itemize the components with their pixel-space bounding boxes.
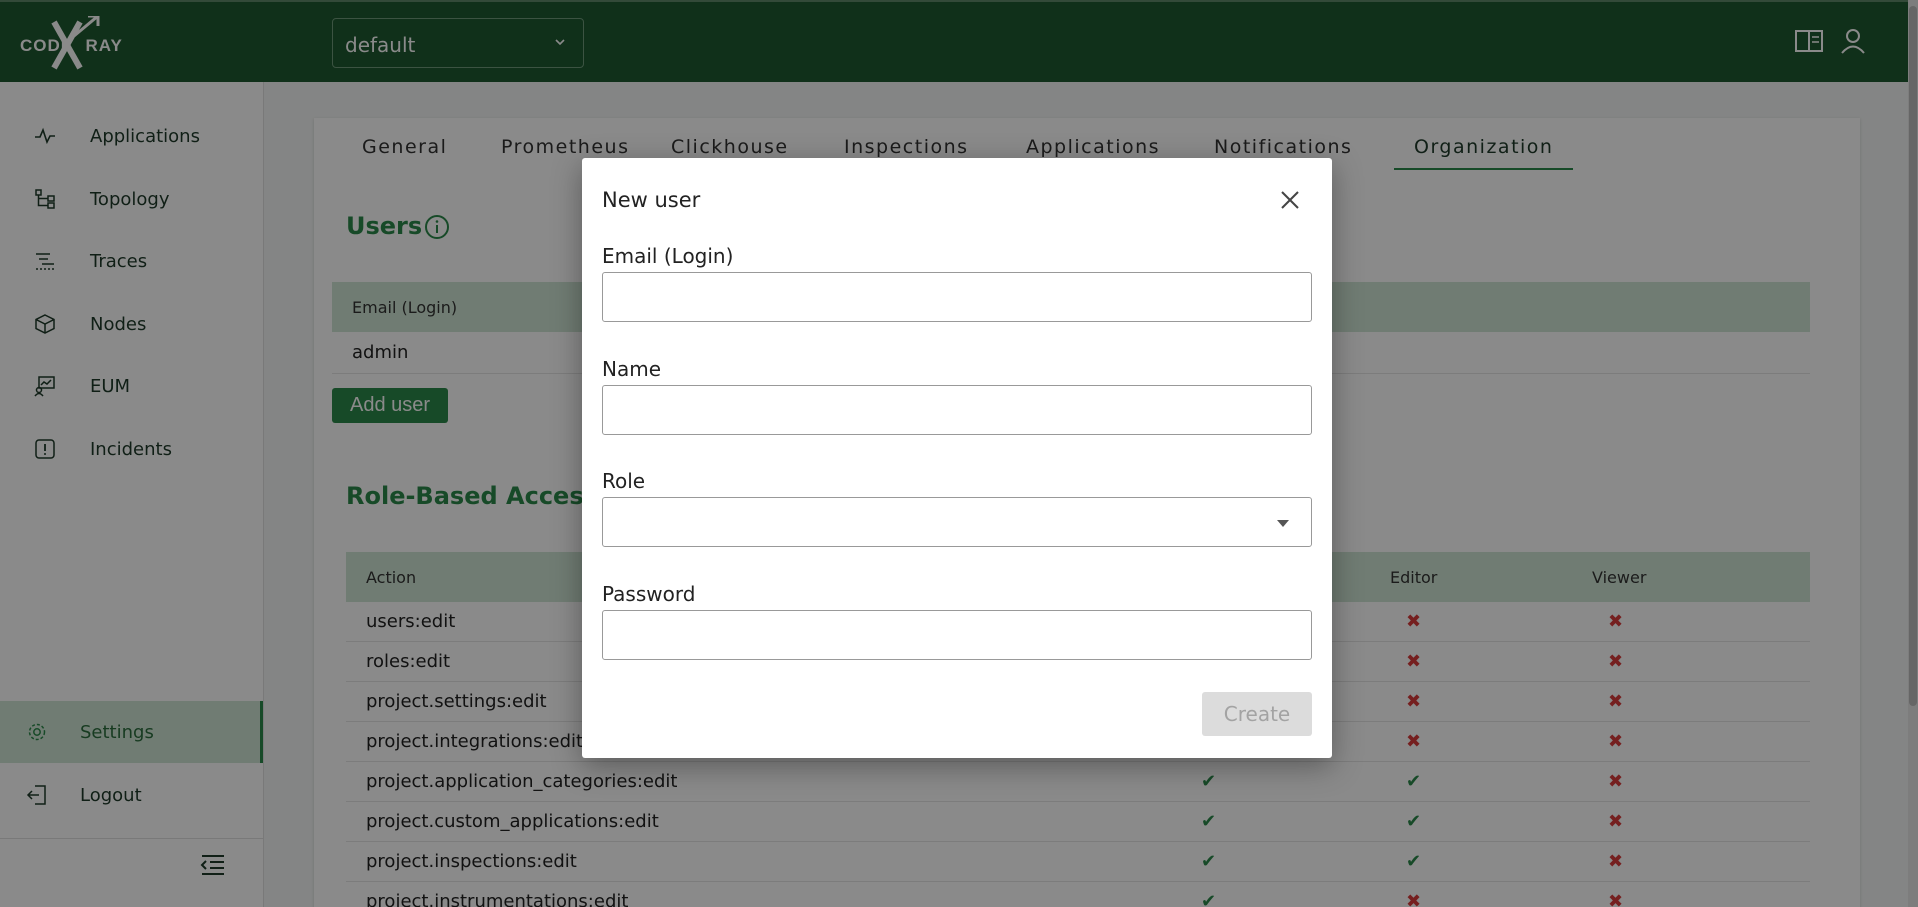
create-button[interactable]: Create [1202, 692, 1312, 736]
password-label: Password [602, 582, 696, 606]
dialog-title: New user [602, 188, 701, 212]
email-field[interactable] [602, 272, 1312, 322]
close-icon[interactable] [1278, 188, 1302, 212]
role-label: Role [602, 469, 646, 493]
new-user-dialog: New user Email (Login) Name Role Passwor… [582, 158, 1332, 758]
password-field[interactable] [602, 610, 1312, 660]
role-select[interactable] [602, 497, 1312, 547]
caret-down-icon [1277, 520, 1289, 527]
email-label: Email (Login) [602, 244, 734, 268]
name-label: Name [602, 357, 662, 381]
name-field[interactable] [602, 385, 1312, 435]
